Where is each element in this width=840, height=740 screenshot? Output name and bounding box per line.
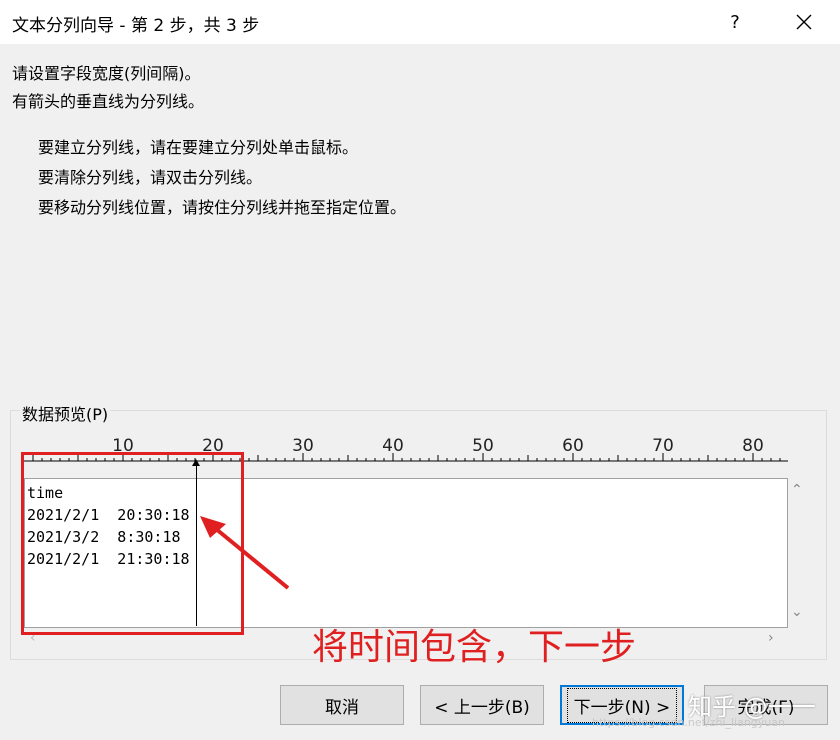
cancel-button[interactable]: 取消 <box>280 685 404 725</box>
close-icon <box>796 14 812 30</box>
preview-label: 数据预览(P) <box>20 401 111 425</box>
scroll-down-icon[interactable]: ⌄ <box>791 604 803 620</box>
ruler-label: 40 <box>382 436 404 456</box>
tip-clear: 要清除分列线，请双击分列线。 <box>38 168 263 187</box>
ruler-label: 50 <box>472 436 494 456</box>
annotation-arrow-icon <box>200 516 290 590</box>
ruler-label: 80 <box>742 436 764 456</box>
tip-create: 要建立分列线，请在要建立分列处单击鼠标。 <box>38 138 359 157</box>
ruler-label: 30 <box>292 436 314 456</box>
scroll-up-icon[interactable]: ⌃ <box>791 482 803 498</box>
title-bar: 文本分列向导 - 第 2 步，共 3 步 ? <box>0 0 840 44</box>
instruction-line-1: 请设置字段宽度(列间隔)。 <box>12 64 201 83</box>
ruler-label: 70 <box>652 436 674 456</box>
tip-move: 要移动分列线位置，请按住分列线并拖至指定位置。 <box>38 198 407 217</box>
ruler-label: 60 <box>562 436 584 456</box>
watermark-url: https://blog.csdn.net/zhi_liangyuan <box>592 716 785 729</box>
back-button[interactable]: < 上一步(B) <box>420 685 544 725</box>
annotation-text: 将时间包含，下一步 <box>312 627 637 668</box>
help-button[interactable]: ? <box>716 2 754 42</box>
instruction-line-2: 有箭头的垂直线为分列线。 <box>12 92 205 111</box>
scroll-right-icon[interactable]: › <box>768 630 774 646</box>
close-button[interactable] <box>782 2 826 42</box>
window-title: 文本分列向导 - 第 2 步，共 3 步 <box>12 16 260 36</box>
